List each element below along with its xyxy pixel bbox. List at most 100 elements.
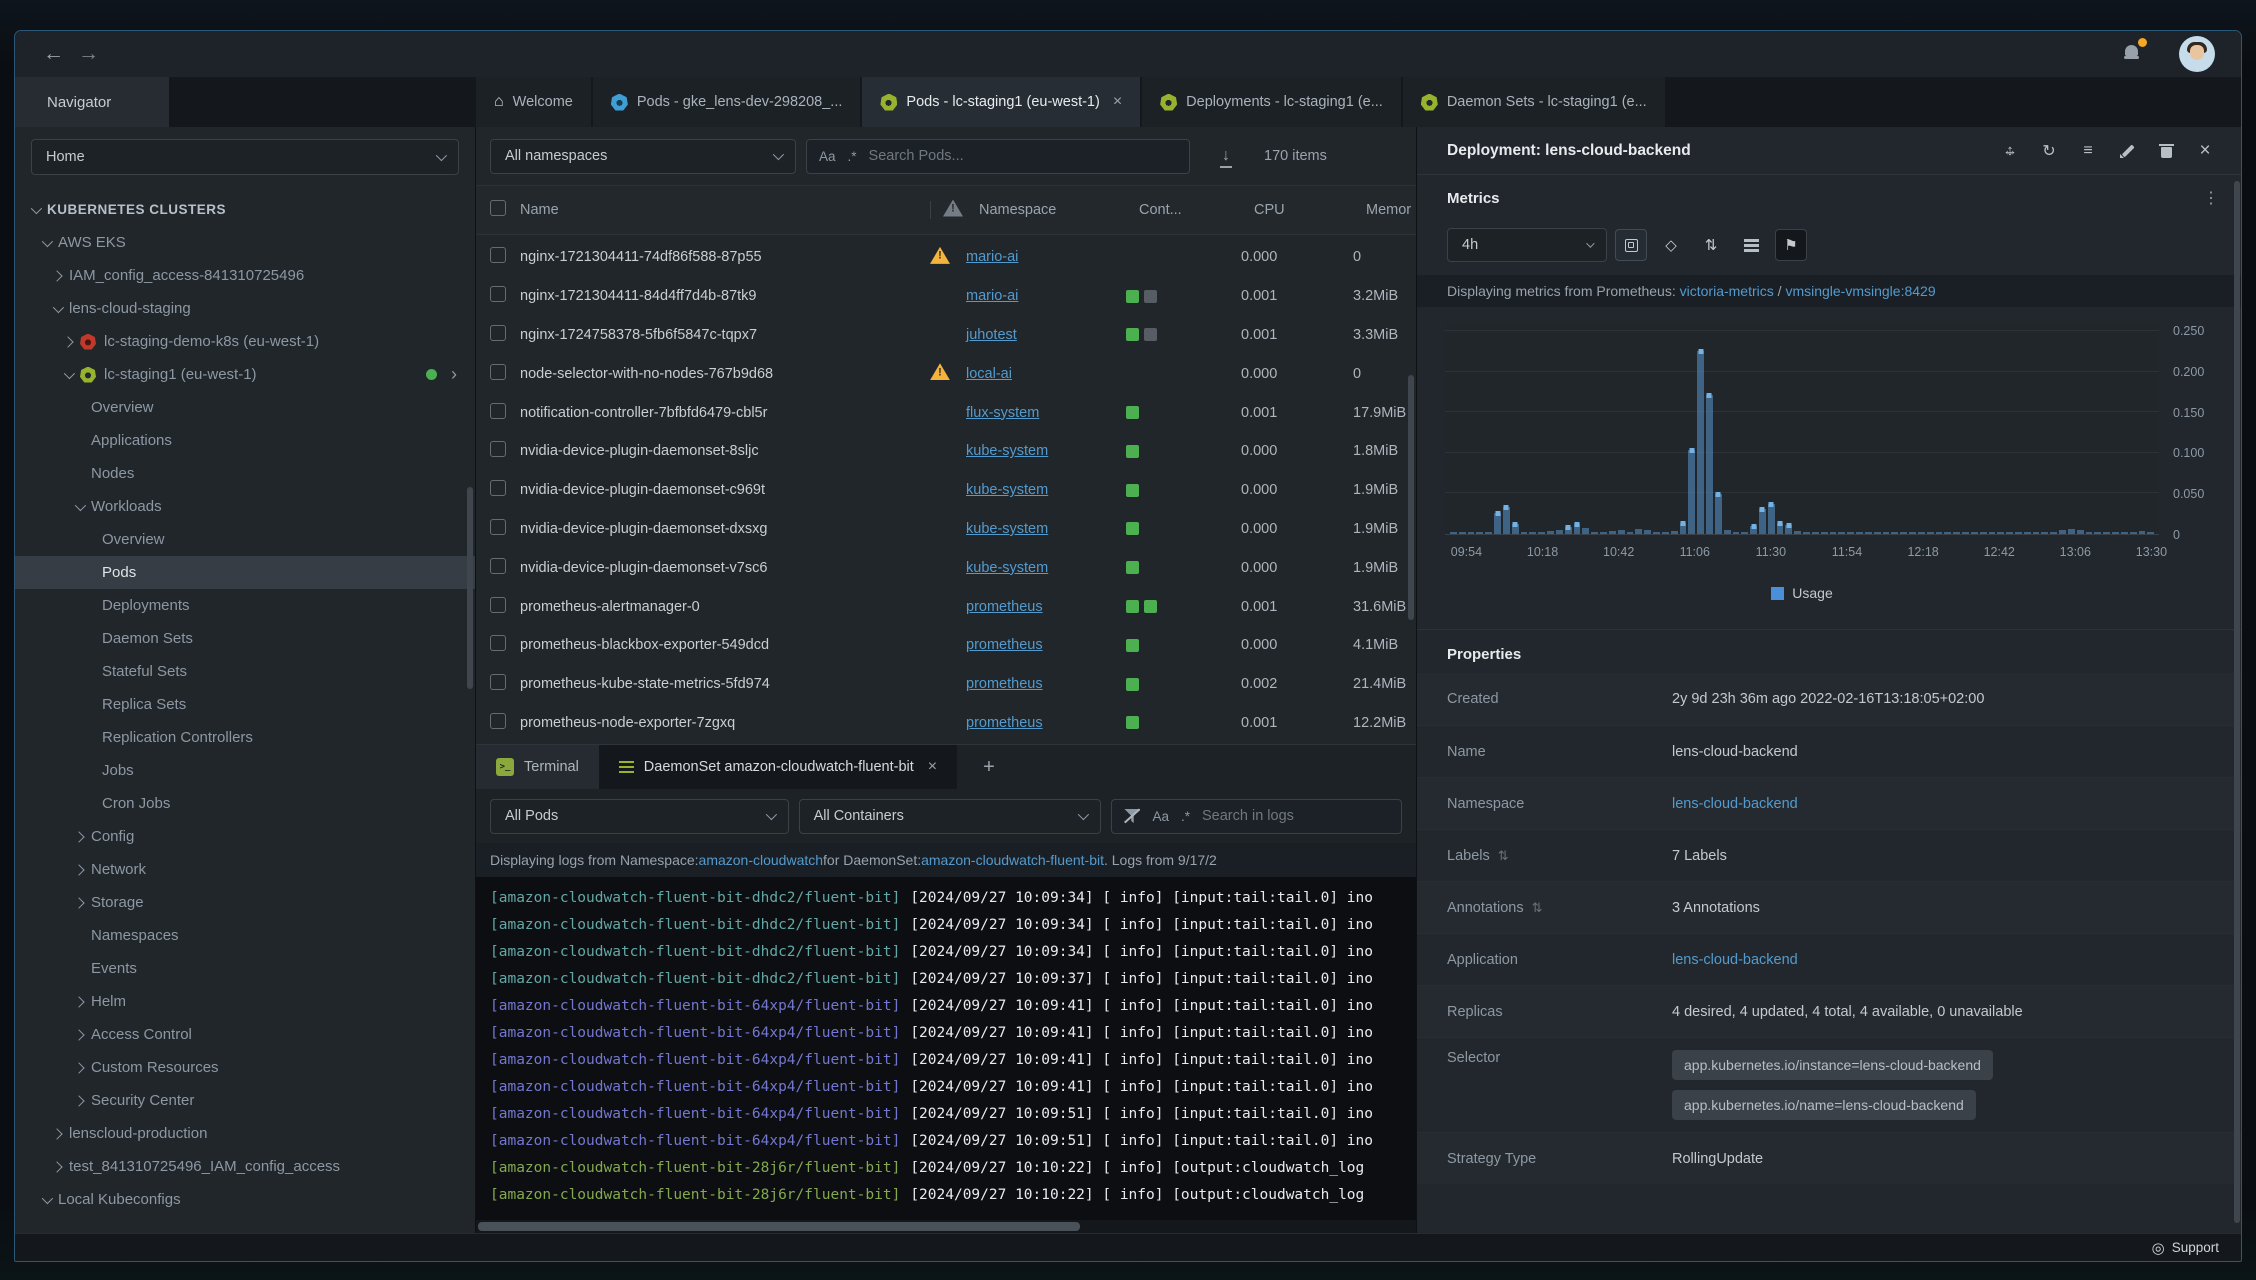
row-checkbox[interactable] <box>490 324 506 341</box>
logs-hscrollbar[interactable] <box>476 1220 1416 1233</box>
property-value-link[interactable]: lens-cloud-backend <box>1672 952 1798 968</box>
row-checkbox[interactable] <box>490 441 506 458</box>
chart-plot-area[interactable] <box>1445 323 2159 535</box>
table-row[interactable]: prometheus-alertmanager-0 prometheus 0.001… <box>476 587 1416 626</box>
metrics-memory-button[interactable]: ◇ <box>1655 229 1687 261</box>
tab-close-icon[interactable]: × <box>1113 93 1122 111</box>
namespace-link[interactable]: mario-ai <box>966 249 1018 265</box>
pods-search-input[interactable] <box>868 148 1177 164</box>
table-row[interactable]: nvidia-device-plugin-daemonset-c969t kube… <box>476 471 1416 510</box>
sidebar-item[interactable]: Config <box>15 820 475 853</box>
column-containers[interactable]: Cont... <box>1139 202 1254 218</box>
sidebar-item[interactable]: lens-cloud-staging <box>15 292 475 325</box>
selector-badge[interactable]: app.kubernetes.io/name=lens-cloud-backen… <box>1672 1090 1976 1120</box>
table-row[interactable]: nvidia-device-plugin-daemonset-8sljc kube… <box>476 432 1416 471</box>
row-checkbox[interactable] <box>490 286 506 303</box>
prometheus-service-link[interactable]: vmsingle-vmsingle:8429 <box>1785 283 1935 299</box>
row-checkbox[interactable] <box>490 712 506 729</box>
namespace-link[interactable]: mario-ai <box>966 288 1018 304</box>
sidebar-scrollbar[interactable] <box>467 487 473 689</box>
column-memory[interactable]: Memor <box>1366 202 1416 218</box>
table-row[interactable]: nginx-1724758378-5fb6f5847c-tqpx7 juhotes… <box>476 316 1416 355</box>
sidebar-item[interactable]: Nodes <box>15 457 475 490</box>
sidebar-item[interactable]: Replica Sets <box>15 688 475 721</box>
chevron-down-icon[interactable] <box>63 367 76 379</box>
namespace-link[interactable]: kube-system <box>966 560 1048 576</box>
delete-icon[interactable] <box>2156 141 2176 161</box>
table-row[interactable]: prometheus-blackbox-exporter-549dcd prome… <box>476 626 1416 665</box>
namespace-link[interactable]: kube-system <box>966 443 1048 459</box>
regex-icon[interactable]: .* <box>848 149 857 164</box>
namespace-filter-select[interactable]: All namespaces <box>490 138 796 174</box>
row-checkbox[interactable] <box>490 247 506 264</box>
regex-icon[interactable]: .* <box>1181 809 1190 824</box>
table-row[interactable]: nvidia-device-plugin-daemonset-v7sc6 kube… <box>476 548 1416 587</box>
sidebar-item[interactable]: Jobs <box>15 754 475 787</box>
metrics-filesystem-button[interactable] <box>1735 229 1767 261</box>
sidebar-item[interactable]: Network <box>15 853 475 886</box>
chevron-right-icon[interactable] <box>73 830 85 843</box>
sidebar-item[interactable]: Namespaces <box>15 919 475 952</box>
sidebar-item[interactable]: Helm <box>15 985 475 1018</box>
catalog-select[interactable]: Home <box>31 139 459 175</box>
app-tab[interactable]: Daemon Sets - lc-staging1 (e... <box>1402 77 1665 127</box>
app-tab[interactable]: Deployments - lc-staging1 (e... <box>1142 77 1401 127</box>
sidebar-item[interactable]: Custom Resources <box>15 1051 475 1084</box>
logs-namespace-link[interactable]: amazon-cloudwatch <box>699 852 824 868</box>
namespace-link[interactable]: prometheus <box>966 599 1043 615</box>
namespace-link[interactable]: juhotest <box>966 327 1017 343</box>
chevron-down-icon[interactable] <box>41 1192 54 1204</box>
log-pod-filter-select[interactable]: All Pods <box>490 798 789 834</box>
chevron-right-icon[interactable] <box>62 335 74 348</box>
sidebar-item[interactable]: Deployments <box>15 589 475 622</box>
sidebar-item[interactable]: AWS EKS <box>15 226 475 259</box>
select-all-checkbox[interactable] <box>490 200 506 216</box>
sidebar-item[interactable]: Workloads <box>15 490 475 523</box>
match-case-icon[interactable]: Aa <box>1152 809 1169 824</box>
table-row[interactable]: node-selector-with-no-nodes-767b9d68 loca… <box>476 354 1416 393</box>
match-case-icon[interactable]: Aa <box>819 149 836 164</box>
sidebar-item[interactable]: Replication Controllers <box>15 721 475 754</box>
column-name[interactable]: Name <box>520 202 930 218</box>
pod-list-scrollbar[interactable] <box>1408 375 1414 620</box>
app-tab[interactable]: Pods - gke_lens-dev-298208_... <box>592 77 861 127</box>
chevron-right-icon[interactable] <box>51 269 63 282</box>
row-checkbox[interactable] <box>490 480 506 497</box>
table-row[interactable]: prometheus-node-exporter-7zgxq prometheus… <box>476 704 1416 743</box>
chevron-down-icon[interactable] <box>74 499 87 511</box>
table-row[interactable]: nginx-1721304411-74df86f588-87p55 mario-a… <box>476 238 1416 277</box>
metrics-range-select[interactable]: 4h <box>1447 228 1607 262</box>
sidebar-item[interactable]: lc-staging1 (eu-west-1) › <box>15 358 475 391</box>
chevron-right-icon[interactable] <box>73 1028 85 1041</box>
tab-close-icon[interactable]: × <box>928 758 937 776</box>
property-value-link[interactable]: lens-cloud-backend <box>1672 796 1798 812</box>
chevron-down-icon[interactable] <box>41 235 54 247</box>
notifications-button[interactable] <box>2121 38 2147 66</box>
back-button[interactable]: ← <box>43 42 64 66</box>
new-dock-tab-button[interactable]: + <box>983 756 995 779</box>
sidebar-item[interactable]: Overview <box>15 523 475 556</box>
log-output[interactable]: [amazon-cloudwatch-fluent-bit-dhdc2/flue… <box>476 877 1416 1220</box>
user-avatar[interactable] <box>2179 36 2215 72</box>
sidebar-item[interactable]: Applications <box>15 424 475 457</box>
sidebar-item[interactable]: IAM_config_access-841310725496 <box>15 259 475 292</box>
edit-icon[interactable] <box>2117 141 2137 161</box>
chevron-right-icon[interactable] <box>73 896 85 909</box>
dock-tab[interactable]: DaemonSet amazon-cloudwatch-fluent-bit × <box>598 745 958 789</box>
table-row[interactable]: prometheus-kube-state-metrics-5fd974 prom… <box>476 665 1416 704</box>
sidebar-item[interactable]: Overview <box>15 391 475 424</box>
metrics-cpu-button[interactable] <box>1615 229 1647 261</box>
chart-legend[interactable]: Usage <box>1445 581 2159 605</box>
download-icon[interactable]: ↓ <box>1220 148 1232 168</box>
column-namespace[interactable]: Namespace <box>979 202 1139 218</box>
sort-icon[interactable]: ⇅ <box>1532 900 1543 916</box>
table-row[interactable]: nginx-1721304411-84d4ff7d4b-87tk9 mario-a… <box>476 277 1416 316</box>
sidebar-item[interactable]: lenscloud-production <box>15 1117 475 1150</box>
sidebar-item[interactable]: Access Control <box>15 1018 475 1051</box>
chevron-right-icon[interactable] <box>51 1127 63 1140</box>
row-checkbox[interactable] <box>490 557 506 574</box>
kebab-menu-icon[interactable]: ⋮ <box>2203 188 2219 208</box>
forward-button[interactable]: → <box>78 42 99 66</box>
support-button[interactable]: ◎ Support <box>2152 1239 2219 1257</box>
table-row[interactable]: nvidia-device-plugin-daemonset-dxsxg kube… <box>476 510 1416 549</box>
